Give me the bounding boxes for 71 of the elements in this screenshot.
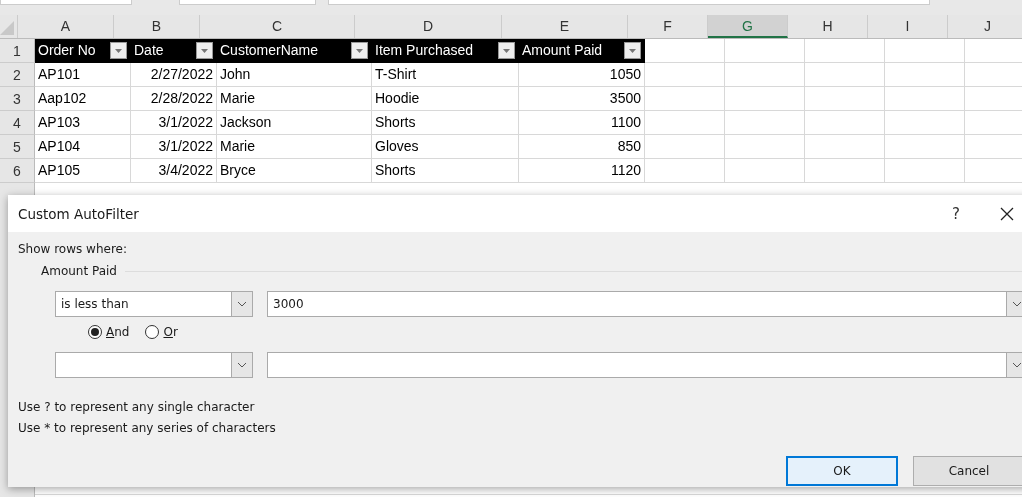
- table-cell: 3/1/2022: [131, 135, 217, 159]
- row-header[interactable]: 4: [0, 111, 35, 135]
- filter-dropdown-button[interactable]: [110, 42, 127, 59]
- cancel-button[interactable]: Cancel: [913, 456, 1022, 486]
- caret-icon: [356, 48, 363, 53]
- column-header[interactable]: E: [502, 15, 628, 38]
- table-cell: AP103: [35, 111, 131, 135]
- table-cell: Shorts: [372, 111, 519, 135]
- column-header[interactable]: H: [788, 15, 868, 38]
- filter-dropdown-button[interactable]: [624, 42, 641, 59]
- caret-icon: [201, 48, 208, 53]
- chevron-down-icon: [237, 362, 247, 368]
- close-icon: [1000, 206, 1014, 221]
- column-header[interactable]: D: [355, 15, 502, 38]
- help-button[interactable]: ?: [952, 204, 960, 223]
- value-dropdown[interactable]: [267, 352, 1022, 378]
- table-cell: 2/27/2022: [131, 63, 217, 87]
- radio-option[interactable]: And: [88, 325, 130, 339]
- close-button[interactable]: [1000, 206, 1014, 221]
- column-header[interactable]: I: [868, 15, 948, 38]
- table-cell: AP104: [35, 135, 131, 159]
- ok-button[interactable]: OK: [786, 456, 898, 486]
- table-cell: Hoodie: [372, 87, 519, 111]
- group-label: Amount Paid: [41, 264, 117, 278]
- filter-dropdown-button[interactable]: [351, 42, 368, 59]
- column-header[interactable]: C: [200, 15, 355, 38]
- row-header[interactable]: 6: [0, 159, 35, 183]
- table-cell: Aap102: [35, 87, 131, 111]
- table-cell: 3500: [519, 87, 645, 111]
- caret-icon: [629, 48, 636, 53]
- column-title: Amount Paid: [522, 41, 603, 60]
- table-cell: Gloves: [372, 135, 519, 159]
- dialog-title: Custom AutoFilter: [18, 205, 140, 222]
- hint-text: Use ? to represent any single character: [18, 400, 256, 416]
- column-header[interactable]: J: [948, 15, 1022, 38]
- operator-dropdown[interactable]: [55, 352, 253, 378]
- radio-option[interactable]: Or: [145, 325, 178, 339]
- table-cell: 2/28/2022: [131, 87, 217, 111]
- column-title: Item Purchased: [375, 41, 474, 60]
- row-header[interactable]: 5: [0, 135, 35, 159]
- table-cell: Marie: [217, 87, 372, 111]
- table-cell: T-Shirt: [372, 63, 519, 87]
- row-header[interactable]: 3: [0, 87, 35, 111]
- column-header[interactable]: A: [18, 15, 114, 38]
- table-cell: 1050: [519, 63, 645, 87]
- hint-text: Use * to represent any series of characters: [18, 421, 277, 437]
- table-cell: John: [217, 63, 372, 87]
- table-cell: 3/1/2022: [131, 111, 217, 135]
- operator-dropdown[interactable]: is less than: [55, 291, 253, 317]
- corner-triangle-icon: [0, 21, 14, 35]
- column-title: Order No: [38, 41, 96, 60]
- table-cell: AP101: [35, 63, 131, 87]
- column-header[interactable]: B: [114, 15, 200, 38]
- filter-dropdown-button[interactable]: [498, 42, 515, 59]
- chevron-down-icon: [237, 301, 247, 307]
- value-dropdown[interactable]: 3000: [267, 291, 1022, 317]
- table-cell: 1100: [519, 111, 645, 135]
- table-cell: Marie: [217, 135, 372, 159]
- caret-icon: [503, 48, 510, 53]
- column-title: CustomerName: [220, 41, 319, 60]
- table-cell: 850: [519, 135, 645, 159]
- chevron-down-icon: [1012, 362, 1022, 368]
- row-header[interactable]: 1: [0, 39, 35, 63]
- instruction-text: Show rows where:: [18, 242, 128, 258]
- chevron-down-icon: [1012, 301, 1022, 307]
- column-title: Date: [134, 41, 164, 60]
- row-header[interactable]: 2: [0, 63, 35, 87]
- filter-dropdown-button[interactable]: [196, 42, 213, 59]
- caret-icon: [115, 48, 122, 53]
- column-header[interactable]: G: [708, 15, 788, 38]
- table-cell: Jackson: [217, 111, 372, 135]
